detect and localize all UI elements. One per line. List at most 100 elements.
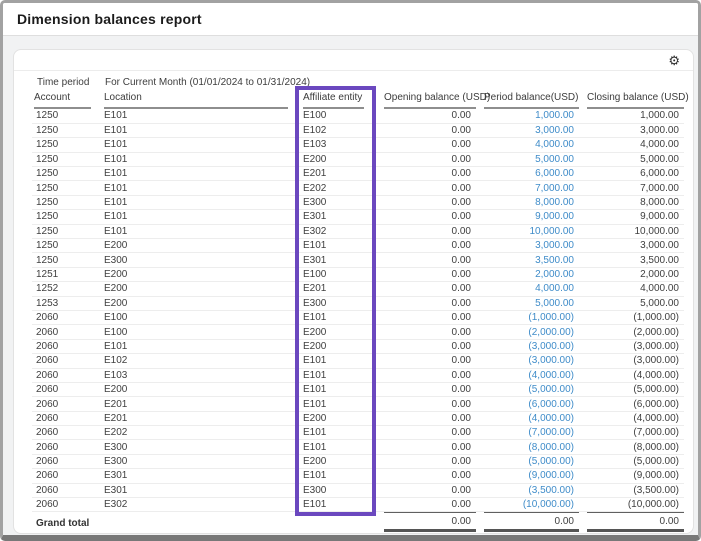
opening-balance-cell: 0.00: [376, 181, 476, 195]
affiliate-entity-cell: E201: [296, 282, 376, 296]
table-row: 2060E302E1010.00(10,000.00)(10,000.00): [32, 498, 684, 512]
period-balance-cell: (9,000.00): [476, 469, 579, 483]
period-balance-link[interactable]: (9,000.00): [528, 470, 574, 481]
table-body: 1250E101E1000.001,000.001,000.001250E101…: [32, 109, 684, 512]
opening-balance-cell: 0.00: [376, 123, 476, 137]
table-row: 1253E200E3000.005,000.005,000.00: [32, 296, 684, 310]
period-balance-link[interactable]: 3,000.00: [535, 240, 574, 251]
period-balance-link[interactable]: 4,000.00: [535, 139, 574, 150]
period-balance-cell: 9,000.00: [476, 210, 579, 224]
period-balance-link[interactable]: 10,000.00: [530, 226, 575, 237]
affiliate-entity-cell: E300: [296, 195, 376, 209]
period-balance-link[interactable]: 4,000.00: [535, 283, 574, 294]
period-balance-cell: (3,500.00): [476, 483, 579, 497]
period-balance-link[interactable]: 3,500.00: [535, 255, 574, 266]
location-cell: E102: [99, 354, 296, 368]
period-balance-link[interactable]: (3,000.00): [528, 341, 574, 352]
affiliate-entity-cell: E200: [296, 339, 376, 353]
period-balance-link[interactable]: (3,000.00): [528, 355, 574, 366]
location-cell: E101: [99, 224, 296, 238]
period-balance-link[interactable]: (2,000.00): [528, 327, 574, 338]
period-balance-link[interactable]: (5,000.00): [528, 384, 574, 395]
report-window: Dimension balances report ⚙ Time period …: [0, 0, 701, 541]
closing-balance-cell: (10,000.00): [579, 498, 684, 512]
period-balance-cell: 3,000.00: [476, 123, 579, 137]
table-row: 2060E300E1010.00(8,000.00)(8,000.00): [32, 440, 684, 454]
affiliate-entity-cell: E101: [296, 239, 376, 253]
account-cell: 2060: [32, 440, 99, 454]
location-cell: E101: [99, 109, 296, 123]
period-balance-link[interactable]: (4,000.00): [528, 370, 574, 381]
period-balance-link[interactable]: (1,000.00): [528, 312, 574, 323]
period-balance-link[interactable]: (5,000.00): [528, 456, 574, 467]
period-balance-link[interactable]: 3,000.00: [535, 125, 574, 136]
settings-gear-icon[interactable]: ⚙: [668, 54, 680, 67]
period-balance-link[interactable]: 2,000.00: [535, 269, 574, 280]
affiliate-entity-cell: E302: [296, 224, 376, 238]
affiliate-entity-cell: E101: [296, 498, 376, 512]
table-row: 2060E200E1010.00(5,000.00)(5,000.00): [32, 382, 684, 396]
period-balance-link[interactable]: (4,000.00): [528, 413, 574, 424]
location-cell: E101: [99, 210, 296, 224]
closing-balance-cell: (8,000.00): [579, 440, 684, 454]
column-header-location: Location: [99, 90, 296, 109]
location-cell: E100: [99, 325, 296, 339]
period-balance-cell: (2,000.00): [476, 325, 579, 339]
period-balance-link[interactable]: (7,000.00): [528, 427, 574, 438]
account-cell: 2060: [32, 382, 99, 396]
closing-balance-cell: 7,000.00: [579, 181, 684, 195]
location-cell: E200: [99, 382, 296, 396]
closing-balance-cell: 3,000.00: [579, 239, 684, 253]
opening-balance-cell: 0.00: [376, 469, 476, 483]
affiliate-entity-cell: E200: [296, 325, 376, 339]
balances-table: Account Location Affiliate entity Openin…: [32, 90, 684, 532]
period-balance-cell: (1,000.00): [476, 310, 579, 324]
affiliate-entity-cell: E101: [296, 354, 376, 368]
account-cell: 1250: [32, 239, 99, 253]
account-cell: 1250: [32, 253, 99, 267]
account-cell: 1250: [32, 138, 99, 152]
closing-balance-cell: 5,000.00: [579, 296, 684, 310]
period-balance-link[interactable]: 5,000.00: [535, 298, 574, 309]
account-cell: 1250: [32, 109, 99, 123]
location-cell: E101: [99, 152, 296, 166]
account-cell: 2060: [32, 397, 99, 411]
closing-balance-cell: 6,000.00: [579, 167, 684, 181]
closing-balance-cell: 4,000.00: [579, 138, 684, 152]
account-cell: 2060: [32, 368, 99, 382]
location-cell: E101: [99, 167, 296, 181]
account-cell: 2060: [32, 325, 99, 339]
closing-balance-cell: (9,000.00): [579, 469, 684, 483]
opening-balance-cell: 0.00: [376, 368, 476, 382]
period-balance-link[interactable]: (6,000.00): [528, 399, 574, 410]
closing-balance-cell: 9,000.00: [579, 210, 684, 224]
account-cell: 1252: [32, 282, 99, 296]
opening-balance-cell: 0.00: [376, 411, 476, 425]
opening-balance-cell: 0.00: [376, 109, 476, 123]
account-cell: 2060: [32, 310, 99, 324]
period-balance-link[interactable]: (3,500.00): [528, 485, 574, 496]
period-balance-link[interactable]: 7,000.00: [535, 183, 574, 194]
closing-balance-cell: (3,000.00): [579, 354, 684, 368]
period-balance-link[interactable]: 9,000.00: [535, 211, 574, 222]
period-balance-link[interactable]: 6,000.00: [535, 168, 574, 179]
closing-balance-cell: 2,000.00: [579, 267, 684, 281]
period-balance-cell: (6,000.00): [476, 397, 579, 411]
period-balance-link[interactable]: (10,000.00): [523, 499, 574, 510]
affiliate-entity-cell: E101: [296, 469, 376, 483]
period-balance-cell: 1,000.00: [476, 109, 579, 123]
period-balance-link[interactable]: (8,000.00): [528, 442, 574, 453]
opening-balance-cell: 0.00: [376, 325, 476, 339]
account-cell: 2060: [32, 354, 99, 368]
grand-total-opening: 0.00: [376, 512, 476, 533]
table-row: 2060E201E2000.00(4,000.00)(4,000.00): [32, 411, 684, 425]
closing-balance-cell: (5,000.00): [579, 382, 684, 396]
closing-balance-cell: (4,000.00): [579, 368, 684, 382]
grand-total-row: Grand total 0.00 0.00 0.00: [32, 512, 684, 533]
period-balance-link[interactable]: 1,000.00: [535, 110, 574, 121]
period-balance-cell: 5,000.00: [476, 296, 579, 310]
opening-balance-cell: 0.00: [376, 310, 476, 324]
period-balance-link[interactable]: 5,000.00: [535, 154, 574, 165]
opening-balance-cell: 0.00: [376, 138, 476, 152]
period-balance-link[interactable]: 8,000.00: [535, 197, 574, 208]
